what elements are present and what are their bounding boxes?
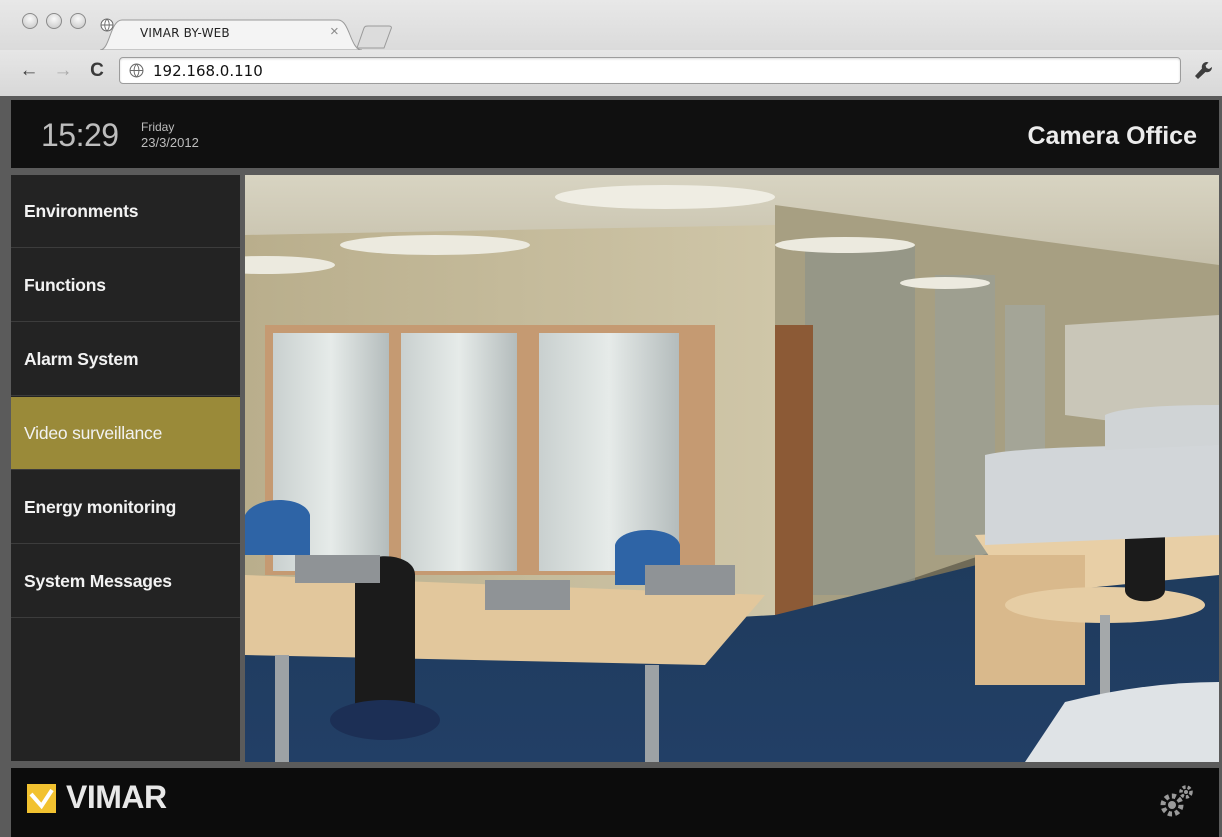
tab-strip: VIMAR BY-WEB × <box>0 0 1222 50</box>
sidebar-item-alarm-system[interactable]: Alarm System <box>11 323 240 396</box>
minimize-window-button[interactable] <box>46 13 62 29</box>
app-footer: VIMAR <box>11 768 1219 837</box>
forward-arrow-icon[interactable]: → <box>50 58 76 84</box>
globe-icon <box>100 18 114 32</box>
reload-icon[interactable]: C <box>84 58 110 84</box>
sidebar-menu: Environments Functions Alarm System Vide… <box>11 175 240 761</box>
sidebar-item-energy-monitoring[interactable]: Energy monitoring <box>11 471 240 544</box>
browser-toolbar: ← → C 192.168.0.110 <box>0 50 1222 96</box>
page-title: Camera Office <box>1027 122 1197 150</box>
brand-name: VIMAR <box>66 779 167 815</box>
url-text: 192.168.0.110 <box>153 62 263 80</box>
clock-day: Friday <box>141 120 175 134</box>
tab-close-icon[interactable]: × <box>330 23 339 40</box>
sidebar-item-video-surveillance[interactable]: Video surveillance <box>11 397 240 470</box>
vimar-logo-icon <box>27 784 56 813</box>
new-tab-button[interactable] <box>355 25 393 49</box>
globe-icon <box>129 63 144 78</box>
sidebar-item-environments[interactable]: Environments <box>11 175 240 248</box>
camera-feed[interactable] <box>245 175 1219 762</box>
camera-image <box>245 175 1219 762</box>
app-header: 15:29 Friday 23/3/2012 Camera Office <box>11 100 1219 168</box>
clock-date: 23/3/2012 <box>141 135 199 150</box>
zoom-window-button[interactable] <box>70 13 86 29</box>
close-window-button[interactable] <box>22 13 38 29</box>
settings-gears-icon[interactable] <box>1157 781 1197 821</box>
browser-tab[interactable]: VIMAR BY-WEB × <box>100 18 362 50</box>
wrench-icon[interactable] <box>1192 58 1216 84</box>
sidebar-item-functions[interactable]: Functions <box>11 249 240 322</box>
app-container: 15:29 Friday 23/3/2012 Camera Office Env… <box>0 96 1222 837</box>
clock-time: 15:29 <box>41 117 119 153</box>
sidebar-item-system-messages[interactable]: System Messages <box>11 545 240 618</box>
address-bar[interactable]: 192.168.0.110 <box>119 57 1181 84</box>
browser-chrome: VIMAR BY-WEB × ← → C 192.168.0.110 <box>0 0 1222 96</box>
tab-title: VIMAR BY-WEB <box>140 26 230 40</box>
back-arrow-icon[interactable]: ← <box>16 58 42 84</box>
